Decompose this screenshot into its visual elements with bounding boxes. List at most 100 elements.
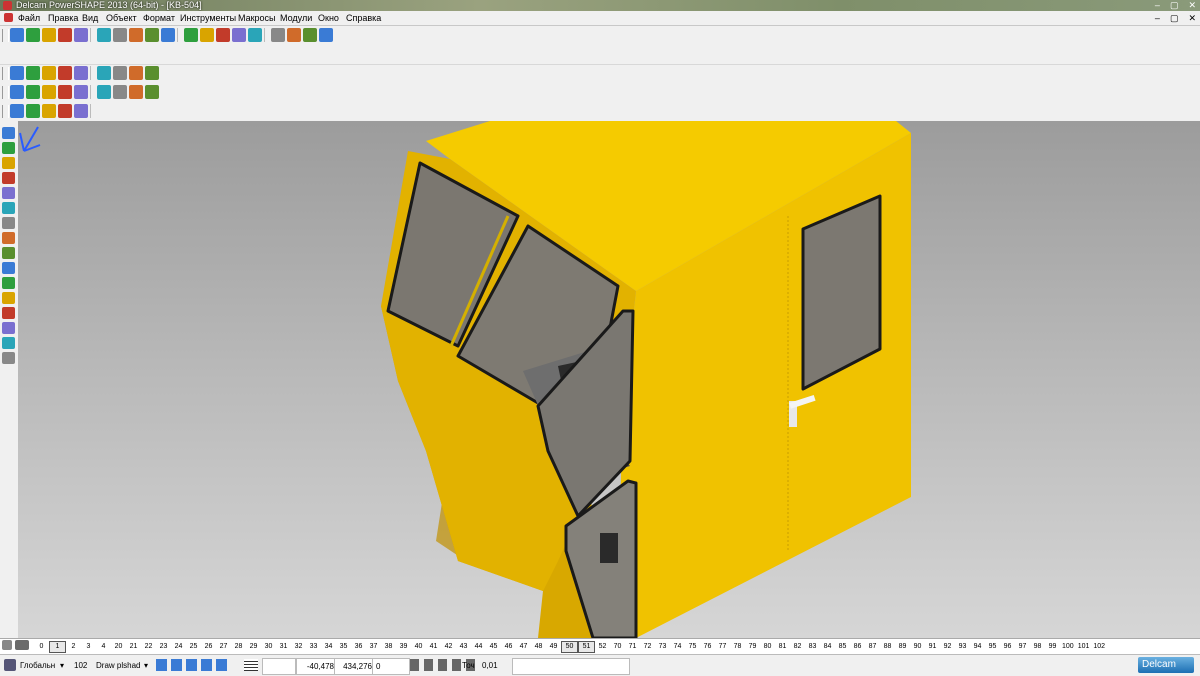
doc-close-button[interactable]: ✕ — [1188, 11, 1196, 25]
level-select[interactable]: Draw plshad — [96, 658, 140, 673]
level-101[interactable]: 101 — [1076, 641, 1092, 653]
level-1[interactable]: 1 — [49, 641, 66, 653]
level-43[interactable]: 43 — [456, 641, 471, 653]
revolve-icon[interactable] — [113, 85, 127, 99]
toolbar-grip[interactable] — [2, 86, 9, 99]
level-32[interactable]: 32 — [291, 641, 306, 653]
level-82[interactable]: 82 — [790, 641, 805, 653]
solid-icon[interactable] — [2, 202, 15, 214]
menu-tools[interactable]: Инструменты — [180, 11, 236, 25]
level-79[interactable]: 79 — [745, 641, 760, 653]
level-52[interactable]: 52 — [595, 641, 610, 653]
level-84[interactable]: 84 — [820, 641, 835, 653]
level-70[interactable]: 70 — [610, 641, 625, 653]
level-77[interactable]: 77 — [715, 641, 730, 653]
print-icon[interactable] — [58, 28, 72, 42]
macro-icon[interactable] — [2, 352, 15, 364]
copy-icon[interactable] — [97, 28, 111, 42]
dimension-icon[interactable] — [2, 262, 15, 274]
wireframe-icon[interactable] — [303, 28, 317, 42]
shade-icon[interactable] — [287, 28, 301, 42]
level-87[interactable]: 87 — [865, 641, 880, 653]
level-86[interactable]: 86 — [850, 641, 865, 653]
cut-icon[interactable] — [74, 28, 88, 42]
select-icon[interactable] — [2, 127, 15, 139]
level-100[interactable]: 100 — [1060, 641, 1076, 653]
chamfer-icon[interactable] — [145, 85, 159, 99]
check-icon[interactable] — [58, 104, 72, 118]
level-41[interactable]: 41 — [426, 641, 441, 653]
level-dropdown-icon[interactable]: ▾ — [144, 658, 148, 673]
level-95[interactable]: 95 — [985, 641, 1000, 653]
level-93[interactable]: 93 — [955, 641, 970, 653]
render-icon[interactable] — [74, 66, 88, 80]
level-48[interactable]: 48 — [531, 641, 546, 653]
curve-icon[interactable] — [2, 172, 15, 184]
level-number[interactable]: 102 — [74, 658, 87, 673]
minimize-button[interactable]: – — [1155, 0, 1160, 11]
graphics-viewport[interactable] — [18, 121, 1200, 638]
level-49[interactable]: 49 — [546, 641, 561, 653]
arc-icon[interactable] — [200, 28, 214, 42]
close-button[interactable]: ✕ — [1188, 0, 1196, 11]
level-0[interactable]: 0 — [34, 641, 49, 653]
paste-icon[interactable] — [113, 28, 127, 42]
level-71[interactable]: 71 — [625, 641, 640, 653]
level-45[interactable]: 45 — [486, 641, 501, 653]
wf-icon[interactable] — [10, 104, 24, 118]
shade-smooth-icon[interactable] — [58, 66, 72, 80]
level-51[interactable]: 51 — [578, 641, 595, 653]
material-icon[interactable] — [113, 66, 127, 80]
level-3[interactable]: 3 — [81, 641, 96, 653]
surface-icon[interactable] — [248, 28, 262, 42]
level-74[interactable]: 74 — [670, 641, 685, 653]
feature-icon[interactable] — [2, 217, 15, 229]
assembly-icon[interactable] — [2, 232, 15, 244]
redo-icon[interactable] — [145, 28, 159, 42]
undo-icon[interactable] — [129, 28, 143, 42]
level-94[interactable]: 94 — [970, 641, 985, 653]
zoom-icon[interactable] — [319, 28, 333, 42]
level-42[interactable]: 42 — [441, 641, 456, 653]
menu-macros[interactable]: Макросы — [238, 11, 276, 25]
line-icon[interactable] — [184, 28, 198, 42]
workplane-select[interactable]: Глобальн — [20, 658, 55, 673]
mesh-icon[interactable] — [2, 247, 15, 259]
doc-minimize-button[interactable]: – — [1155, 11, 1160, 25]
layer-icon[interactable] — [129, 66, 143, 80]
level-21[interactable]: 21 — [126, 641, 141, 653]
level-89[interactable]: 89 — [895, 641, 910, 653]
levels-icon[interactable] — [15, 640, 29, 650]
workplane-icon[interactable] — [2, 307, 15, 319]
close-levels-icon[interactable] — [2, 640, 12, 650]
solid-icon[interactable] — [271, 28, 285, 42]
view-top-icon[interactable] — [10, 66, 24, 80]
menu-modules[interactable]: Модули — [280, 11, 312, 25]
level-97[interactable]: 97 — [1015, 641, 1030, 653]
doc-restore-button[interactable]: ▢ — [1170, 11, 1179, 25]
toolbar-grip[interactable] — [2, 105, 9, 118]
extrude-icon[interactable] — [97, 85, 111, 99]
hide-icon[interactable] — [145, 66, 159, 80]
light-icon[interactable] — [97, 66, 111, 80]
maximize-button[interactable]: ▢ — [1170, 0, 1179, 11]
level-29[interactable]: 29 — [246, 641, 261, 653]
level-46[interactable]: 46 — [501, 641, 516, 653]
level-76[interactable]: 76 — [700, 641, 715, 653]
line-icon[interactable] — [2, 142, 15, 154]
level-34[interactable]: 34 — [321, 641, 336, 653]
level-72[interactable]: 72 — [640, 641, 655, 653]
tolerance-value[interactable]: 0,01 — [482, 658, 498, 673]
level-24[interactable]: 24 — [171, 641, 186, 653]
surface-icon[interactable] — [2, 187, 15, 199]
solid-box-icon[interactable] — [10, 85, 24, 99]
level-36[interactable]: 36 — [351, 641, 366, 653]
text-icon[interactable] — [232, 28, 246, 42]
level-81[interactable]: 81 — [775, 641, 790, 653]
level-83[interactable]: 83 — [805, 641, 820, 653]
level-39[interactable]: 39 — [396, 641, 411, 653]
level-35[interactable]: 35 — [336, 641, 351, 653]
level-31[interactable]: 31 — [276, 641, 291, 653]
level-23[interactable]: 23 — [156, 641, 171, 653]
level-92[interactable]: 92 — [940, 641, 955, 653]
